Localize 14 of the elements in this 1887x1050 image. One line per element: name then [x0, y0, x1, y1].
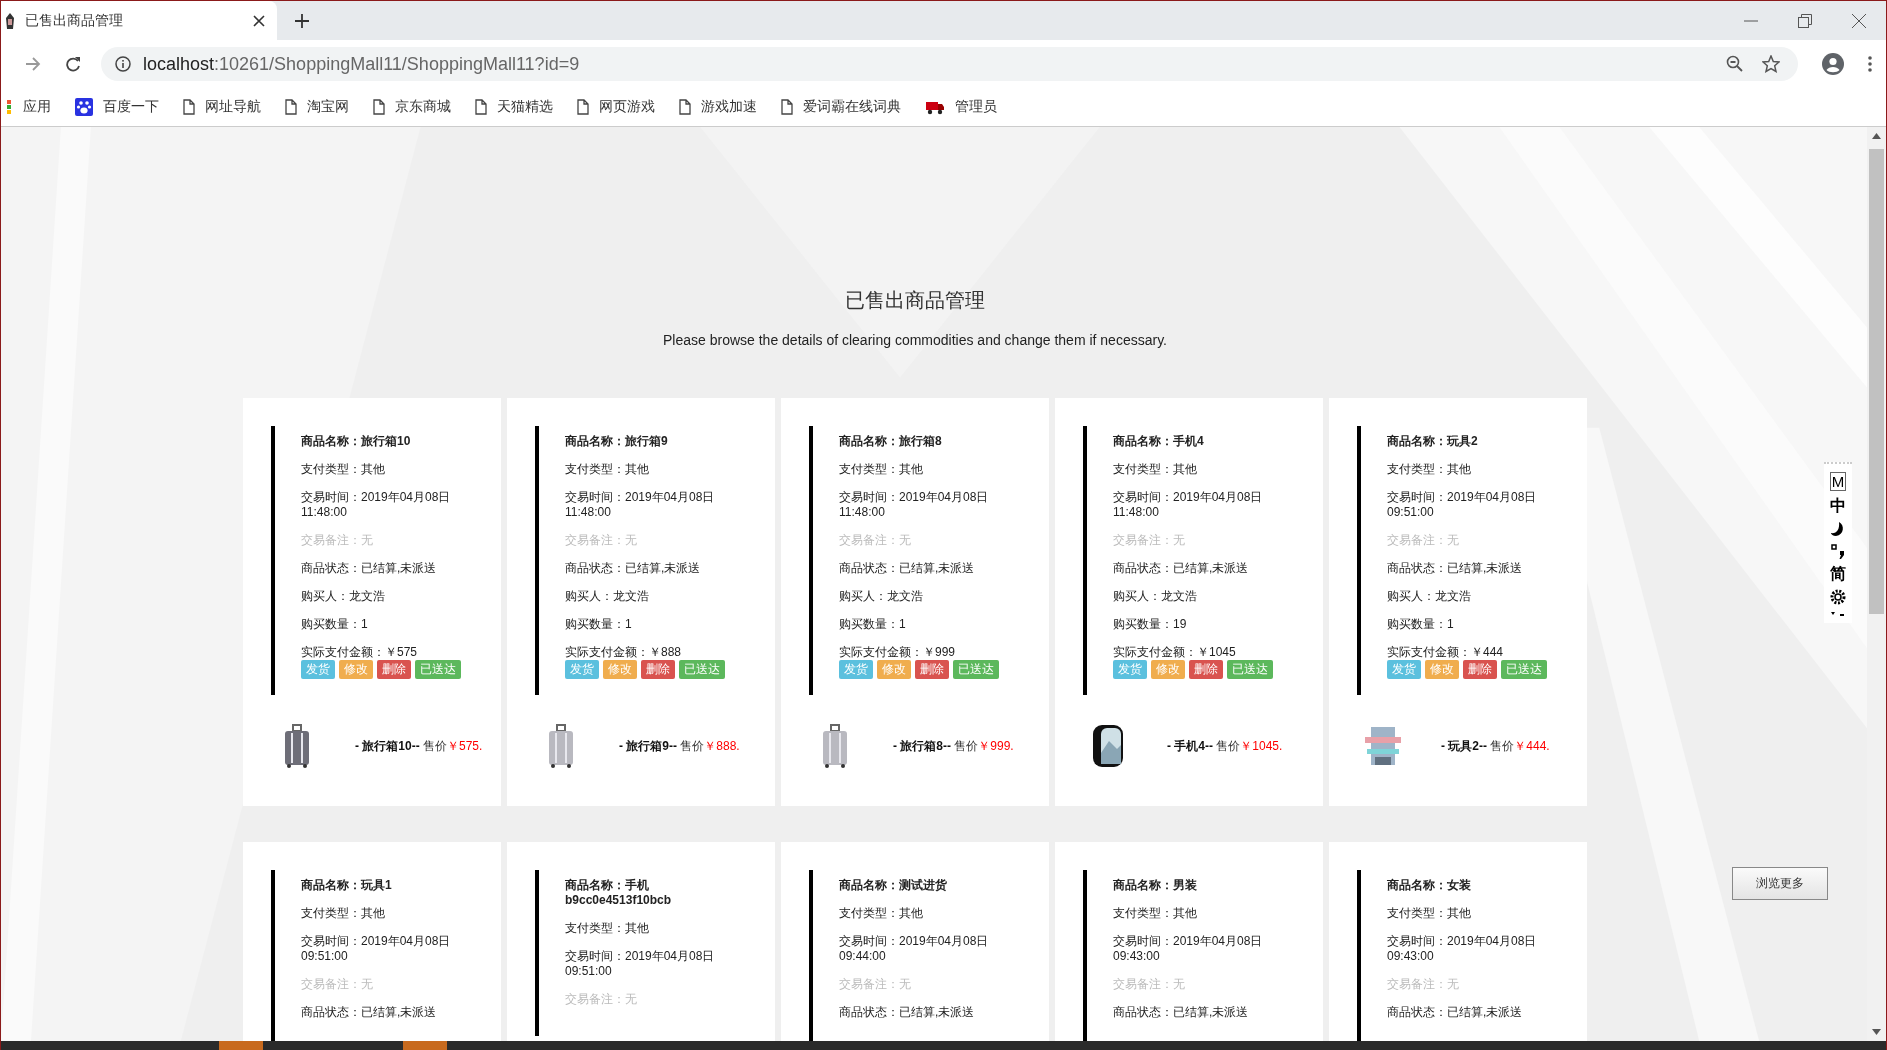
- bookmark-link[interactable]: 京东商城: [395, 98, 451, 116]
- bookmark-link[interactable]: 应用: [23, 98, 51, 116]
- address-bar[interactable]: localhost:10261/ShoppingMall11/ShoppingMall11?id=9: [101, 47, 1798, 81]
- bookmark-link[interactable]: 游戏加速: [701, 98, 757, 116]
- tab-title: 已售出商品管理: [25, 11, 124, 30]
- url-text: localhost:10261/ShoppingMall11/ShoppingMall11?id=9: [143, 53, 580, 75]
- bookmark-link[interactable]: 网页游戏: [599, 98, 655, 116]
- browser-tab[interactable]: 已售出商品管理: [1, 1, 277, 40]
- bookmark-link[interactable]: 管理员: [955, 98, 997, 116]
- bookmark-link[interactable]: 天猫精选: [497, 98, 553, 116]
- bookmark-link[interactable]: 百度一下: [103, 98, 159, 116]
- bookmark-link[interactable]: 网址导航: [205, 98, 261, 116]
- bookmark-link[interactable]: 淘宝网: [307, 98, 349, 116]
- bookmark-link[interactable]: 爱词霸在线词典: [803, 98, 901, 116]
